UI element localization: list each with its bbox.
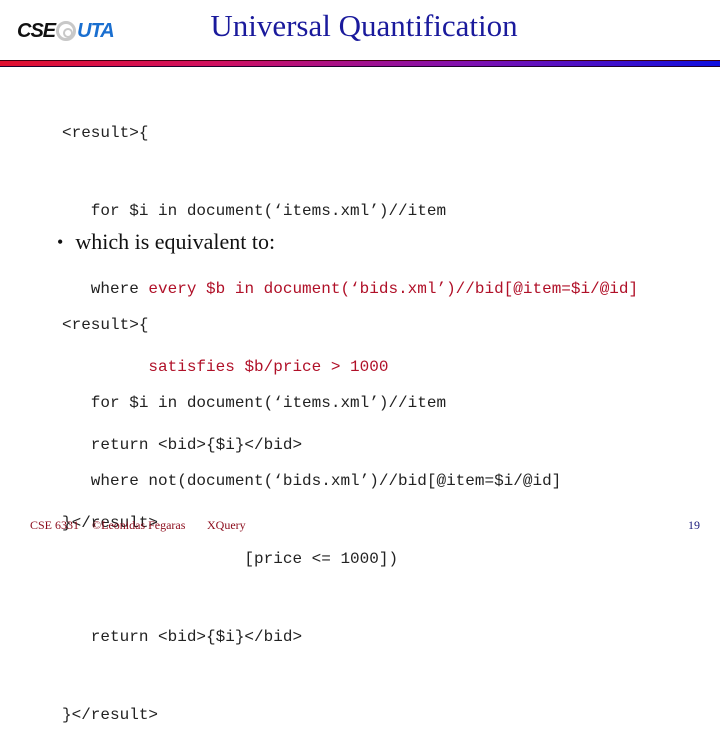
bullet-item: • which is equivalent to: [57, 229, 275, 255]
code-text: for $i in document(‘items.xml’)//item [62, 202, 447, 220]
code-text: <result>{ [62, 124, 149, 142]
code-block-not: <result>{ for $i in document(‘items.xml’… [62, 260, 561, 754]
code-line: }</result> [62, 706, 159, 724]
code-line: for $i in document(‘items.xml’)//item [62, 198, 638, 224]
code-line: <result>{ [62, 120, 638, 146]
slide-title: Universal Quantification [210, 8, 518, 43]
footer-author: ©Leonidas Fegaras [92, 518, 186, 532]
code-line: where not(document(‘bids.xml’)//bid[@ite… [62, 472, 562, 490]
code-line: return <bid>{$i}</bid> [62, 628, 303, 646]
bullet-icon: • [57, 231, 64, 252]
page-number: 19 [688, 518, 700, 532]
title-divider [0, 60, 720, 67]
code-line: [price <= 1000]) [62, 550, 399, 568]
footer-course: CSE 6331 [30, 518, 80, 532]
footer-topic: XQuery [207, 518, 246, 532]
code-line: for $i in document(‘items.xml’)//item [62, 394, 447, 412]
bullet-text: which is equivalent to: [75, 229, 276, 254]
code-line: <result>{ [62, 316, 149, 334]
